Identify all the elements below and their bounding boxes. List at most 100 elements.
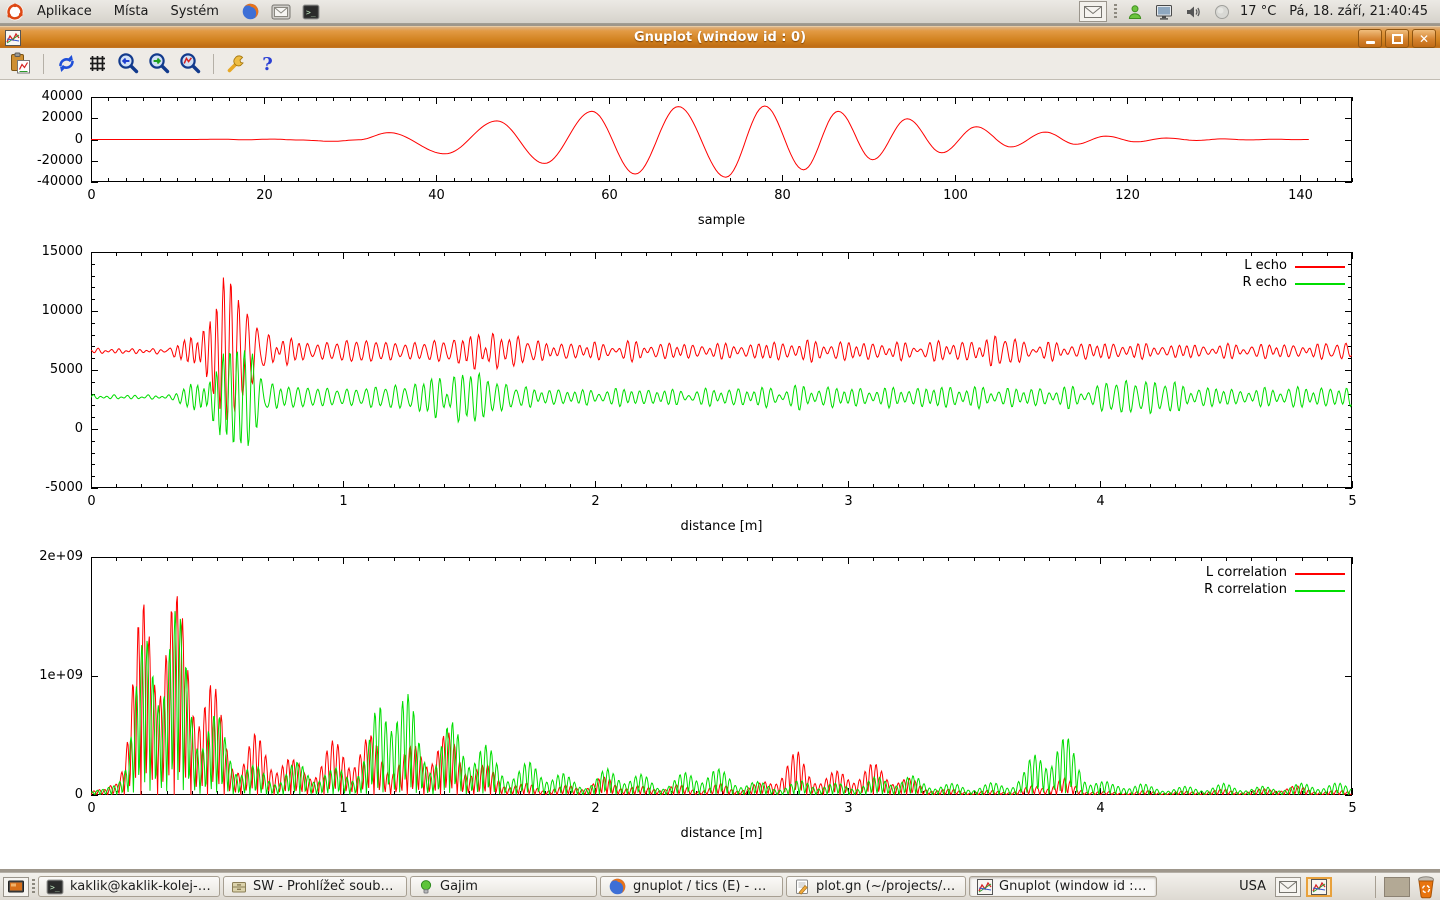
maximize-button[interactable] — [1385, 29, 1409, 48]
copy-plot-icon[interactable] — [8, 51, 33, 76]
titlebar[interactable]: Gnuplot (window id : 0) ✕ — [0, 26, 1440, 49]
terminal-icon[interactable]: >_ — [300, 1, 322, 23]
display-icon[interactable] — [1153, 1, 1175, 23]
menu-applications[interactable]: Aplikace — [26, 0, 103, 23]
taskbar-window-list: >_ kaklik@kaklik-kolej-u... SW - Prohlížeč… — [38, 876, 1157, 897]
x-axis-title: distance [m] — [91, 826, 1352, 841]
tray-separator — [1114, 4, 1117, 20]
y-tick-label: 5000 — [9, 362, 83, 377]
x-tick-label: 3 — [819, 494, 879, 509]
chart-echo[interactable]: 012345-5000050001000015000distance [m]L … — [91, 252, 1352, 488]
toolbar-separator — [213, 54, 214, 74]
mail-tray-icon[interactable] — [1079, 1, 1107, 22]
legend-entry-line — [1295, 573, 1345, 575]
taskbar-window-label: SW - Prohlížeč souborů — [253, 879, 399, 894]
taskbar-window-button[interactable]: Gnuplot (window id : 0) — [969, 876, 1157, 897]
minimize-icon — [1366, 41, 1375, 44]
firefox-icon — [608, 877, 627, 896]
y-tick-label: 15000 — [9, 244, 83, 259]
x-tick-label: 3 — [819, 801, 879, 816]
window-list-handle[interactable] — [32, 879, 35, 895]
keyboard-layout-indicator[interactable]: USA — [1239, 879, 1266, 894]
close-button[interactable]: ✕ — [1412, 29, 1436, 48]
settings-icon[interactable] — [224, 51, 249, 76]
panel-tray: 17 °C Pá, 18. září, 21:40:45 — [1079, 1, 1436, 23]
minimize-button[interactable] — [1358, 29, 1382, 48]
mail-icon[interactable] — [270, 1, 292, 23]
file-manager-icon — [231, 879, 247, 895]
legend-entry-line — [1295, 266, 1345, 268]
taskbar-window-label: kaklik@kaklik-kolej-u... — [70, 879, 212, 894]
trash-icon[interactable] — [1415, 875, 1437, 899]
gnuplot-icon — [977, 879, 993, 895]
show-desktop-button[interactable] — [3, 877, 29, 897]
top-panel: Aplikace Místa Systém >_ 17 °C Pá, 18. z… — [0, 0, 1440, 24]
volume-icon[interactable] — [1182, 1, 1204, 23]
mail-tray-icon[interactable] — [1275, 877, 1301, 897]
gnuplot-window-icon — [5, 30, 21, 50]
x-tick-label: 2 — [566, 801, 626, 816]
x-tick-label: 4 — [1071, 801, 1131, 816]
taskbar-window-label: Gajim — [440, 879, 478, 894]
chart-sample-waveform[interactable]: 020406080100120140-40000-200000200004000… — [91, 97, 1352, 182]
legend-entry-label: L correlation — [1092, 565, 1287, 580]
y-tick-label: -5000 — [9, 480, 83, 495]
taskbar: >_ kaklik@kaklik-kolej-u... SW - Prohlížeč… — [0, 872, 1440, 900]
user-switcher-icon[interactable] — [1124, 1, 1146, 23]
x-tick-label: 4 — [1071, 494, 1131, 509]
firefox-icon[interactable] — [240, 1, 262, 23]
taskbar-right: USA — [1239, 875, 1437, 899]
taskbar-window-button[interactable]: SW - Prohlížeč souborů — [223, 876, 407, 897]
svg-text:?: ? — [262, 54, 273, 75]
text-editor-icon — [794, 879, 810, 895]
x-tick-label: 140 — [1271, 188, 1331, 203]
help-icon[interactable]: ? — [255, 51, 280, 76]
zoom-reset-icon[interactable] — [178, 51, 203, 76]
y-tick-label: 2e+09 — [9, 549, 83, 564]
menu-system[interactable]: Systém — [159, 0, 229, 23]
y-tick-label: 20000 — [9, 110, 83, 125]
window-title: Gnuplot (window id : 0) — [0, 27, 1440, 48]
toolbar: ? — [0, 48, 1440, 80]
x-tick-label: 100 — [926, 188, 986, 203]
menu-places[interactable]: Místa — [103, 0, 160, 23]
y-tick-label: 0 — [9, 132, 83, 147]
maximize-icon — [1392, 34, 1403, 44]
svg-text:>_: >_ — [306, 8, 316, 17]
y-tick-label: 0 — [9, 421, 83, 436]
x-tick-label: 1 — [314, 494, 374, 509]
x-tick-label: 120 — [1098, 188, 1158, 203]
y-tick-label: -40000 — [9, 174, 83, 189]
zoom-previous-icon[interactable] — [116, 51, 141, 76]
gajim-icon — [418, 879, 434, 895]
gnuplot-tray-icon[interactable] — [1306, 877, 1332, 897]
series-chirp-signal — [91, 106, 1309, 177]
x-tick-label: 1 — [314, 801, 374, 816]
legend-entry-line — [1295, 283, 1345, 285]
grid-icon[interactable] — [85, 51, 110, 76]
y-tick-label: 0 — [9, 787, 83, 802]
taskbar-window-button[interactable]: gnuplot / tics (E) - M... — [600, 876, 783, 897]
chart-correlation[interactable]: 01234501e+092e+09distance [m]L correlati… — [91, 557, 1352, 795]
y-tick-label: 40000 — [9, 89, 83, 104]
x-tick-label: 2 — [566, 494, 626, 509]
ubuntu-logo-icon[interactable] — [4, 1, 26, 23]
taskbar-window-button[interactable]: plot.gn (~/projects/p... — [786, 876, 966, 897]
workspace-switcher[interactable] — [1384, 877, 1410, 897]
series-r-correlation — [91, 611, 1352, 795]
clock-label[interactable]: Pá, 18. září, 21:40:45 — [1289, 4, 1428, 19]
taskbar-window-label: plot.gn (~/projects/p... — [816, 879, 958, 894]
taskbar-window-button[interactable]: >_ kaklik@kaklik-kolej-u... — [38, 876, 220, 897]
x-tick-label: 0 — [62, 801, 122, 816]
window-buttons: ✕ — [1358, 29, 1436, 48]
temperature-label: 17 °C — [1240, 4, 1276, 19]
x-tick-label: 5 — [1323, 494, 1383, 509]
weather-icon[interactable] — [1211, 1, 1233, 23]
svg-text:>_: >_ — [50, 883, 60, 892]
zoom-next-icon[interactable] — [147, 51, 172, 76]
toolbar-separator — [43, 54, 44, 74]
x-tick-label: 0 — [62, 494, 122, 509]
taskbar-window-button[interactable]: Gajim — [410, 876, 597, 897]
refresh-icon[interactable] — [54, 51, 79, 76]
chart-canvas[interactable] — [91, 97, 1352, 182]
